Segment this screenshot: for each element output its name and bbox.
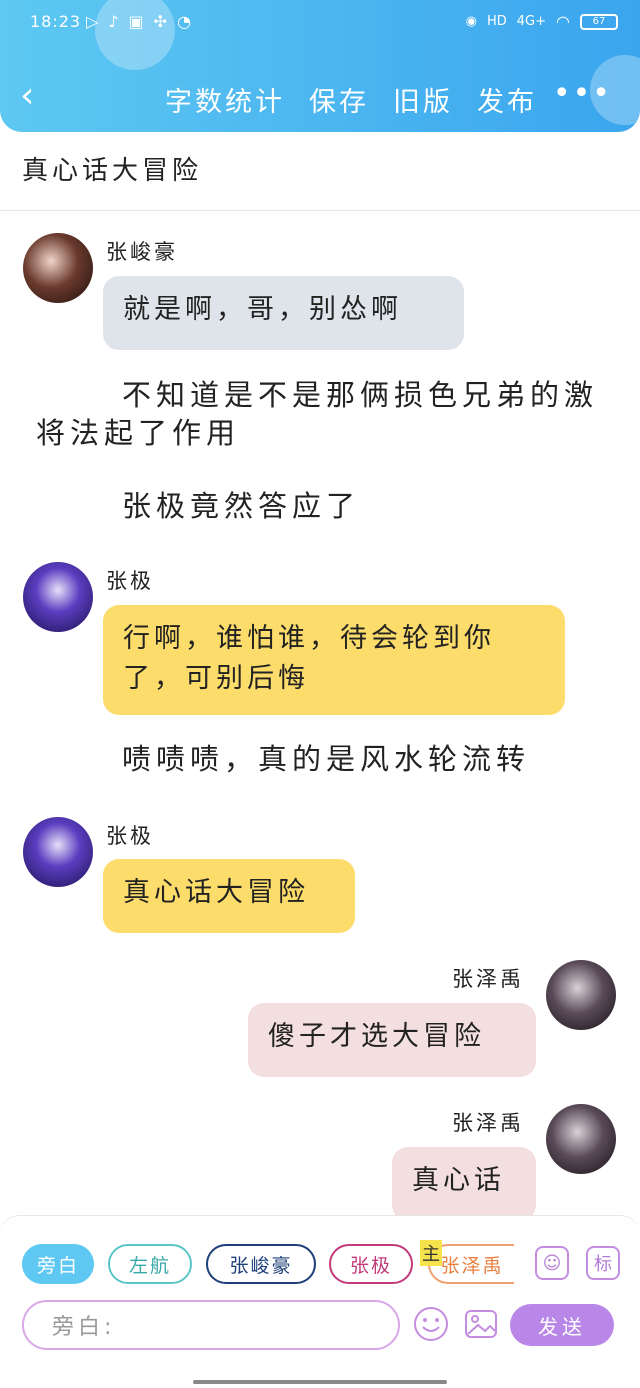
signal-icon: 4G+ — [516, 14, 547, 29]
status-bar: 18:23 ▷ ♪ ▣ ✣ ◔ ◉ HD 4G+ ◠ 67 — [0, 0, 640, 50]
app-icon: ▣ — [128, 12, 144, 31]
avatar — [23, 817, 93, 887]
send-button[interactable]: 发送 — [510, 1304, 614, 1346]
hd-badge: HD — [486, 14, 507, 29]
chat-bubble: 就是啊，哥，别怂啊 — [103, 276, 464, 350]
old-version-button[interactable]: 旧版 — [393, 80, 453, 119]
app-header: 18:23 ▷ ♪ ▣ ✣ ◔ ◉ HD 4G+ ◠ 67 ‹ 字数统计 保存 … — [0, 0, 640, 132]
narration-text: 啧啧啧，真的是风水轮流转 — [122, 742, 531, 776]
speaker-name: 张泽禹 — [452, 967, 524, 991]
main-role-tag: 主 — [420, 1240, 442, 1266]
narration-text: 张极竟然答应了 — [122, 489, 361, 523]
music-note-icon: ♪ — [108, 12, 119, 31]
status-time: 18:23 — [30, 12, 82, 31]
avatar — [23, 233, 93, 303]
chat-bubble: 行啊，谁怕谁，待会轮到你了，可别后悔 — [103, 605, 565, 715]
speaker-name: 张峻豪 — [106, 240, 178, 264]
avatar — [546, 960, 616, 1030]
chat-bubble: 真心话 — [392, 1147, 536, 1215]
chat-message[interactable]: 张泽禹 真心话 — [0, 1084, 640, 1215]
story-content[interactable]: 张峻豪 就是啊，哥，别怂啊 不知道是不是那俩损色兄弟的激将法起了作用 张极竟然答… — [0, 212, 640, 1215]
chat-message[interactable]: 张泽禹 傻子才选大冒险 — [0, 940, 640, 1080]
image-icon[interactable] — [463, 1306, 499, 1342]
wifi-icon: ◠ — [556, 12, 570, 31]
more-menu-icon[interactable]: ••• — [553, 76, 612, 111]
publish-button[interactable]: 发布 — [477, 80, 537, 119]
chat-bubble: 傻子才选大冒险 — [248, 1003, 536, 1077]
character-card-icon[interactable]: ☺ — [535, 1246, 569, 1280]
role-chip-zuohang[interactable]: 左航 — [108, 1244, 192, 1284]
narration-text: 不知道是不是那俩损色兄弟的激将法起了作用 — [36, 378, 599, 450]
save-button[interactable]: 保存 — [309, 80, 369, 119]
avatar — [546, 1104, 616, 1174]
chat-message[interactable]: 张峻豪 就是啊，哥，别怂啊 — [0, 212, 640, 352]
avatar — [23, 562, 93, 632]
word-count-button[interactable]: 字数统计 — [165, 80, 285, 119]
divider — [0, 210, 640, 211]
role-chip-zhangjunhao[interactable]: 张峻豪 — [206, 1244, 316, 1284]
chat-message[interactable]: 张极 行啊，谁怕谁，待会轮到你了，可别后悔 — [0, 542, 640, 722]
label-icon[interactable]: 标 — [586, 1246, 620, 1280]
composer-panel: 旁白 左航 张峻豪 张极 张泽禹 主 ☺ 标 旁白: 发送 — [0, 1215, 640, 1388]
role-chip-narrator[interactable]: 旁白 — [22, 1244, 94, 1284]
speaker-name: 张泽禹 — [452, 1111, 524, 1135]
speaker-name: 张极 — [106, 824, 154, 848]
chat-bubble: 真心话大冒险 — [103, 859, 355, 933]
speaker-name: 张极 — [106, 569, 154, 593]
fan-icon: ✣ — [153, 12, 168, 31]
back-arrow-icon[interactable]: ‹ — [20, 78, 34, 114]
message-input[interactable]: 旁白: — [22, 1300, 400, 1350]
emoji-icon[interactable] — [413, 1306, 449, 1342]
chat-message[interactable]: 张极 真心话大冒险 — [0, 797, 640, 937]
battery-icon: 67 — [580, 13, 618, 30]
document-title[interactable]: 真心话大冒险 — [22, 150, 202, 187]
role-chip-zhangji[interactable]: 张极 — [329, 1244, 413, 1284]
nav-bar: ‹ 字数统计 保存 旧版 发布 ••• — [0, 70, 640, 126]
flame-icon: ◔ — [177, 12, 192, 31]
play-icon: ▷ — [86, 12, 99, 31]
alarm-icon: ◉ — [465, 14, 477, 29]
home-indicator[interactable] — [193, 1380, 447, 1384]
